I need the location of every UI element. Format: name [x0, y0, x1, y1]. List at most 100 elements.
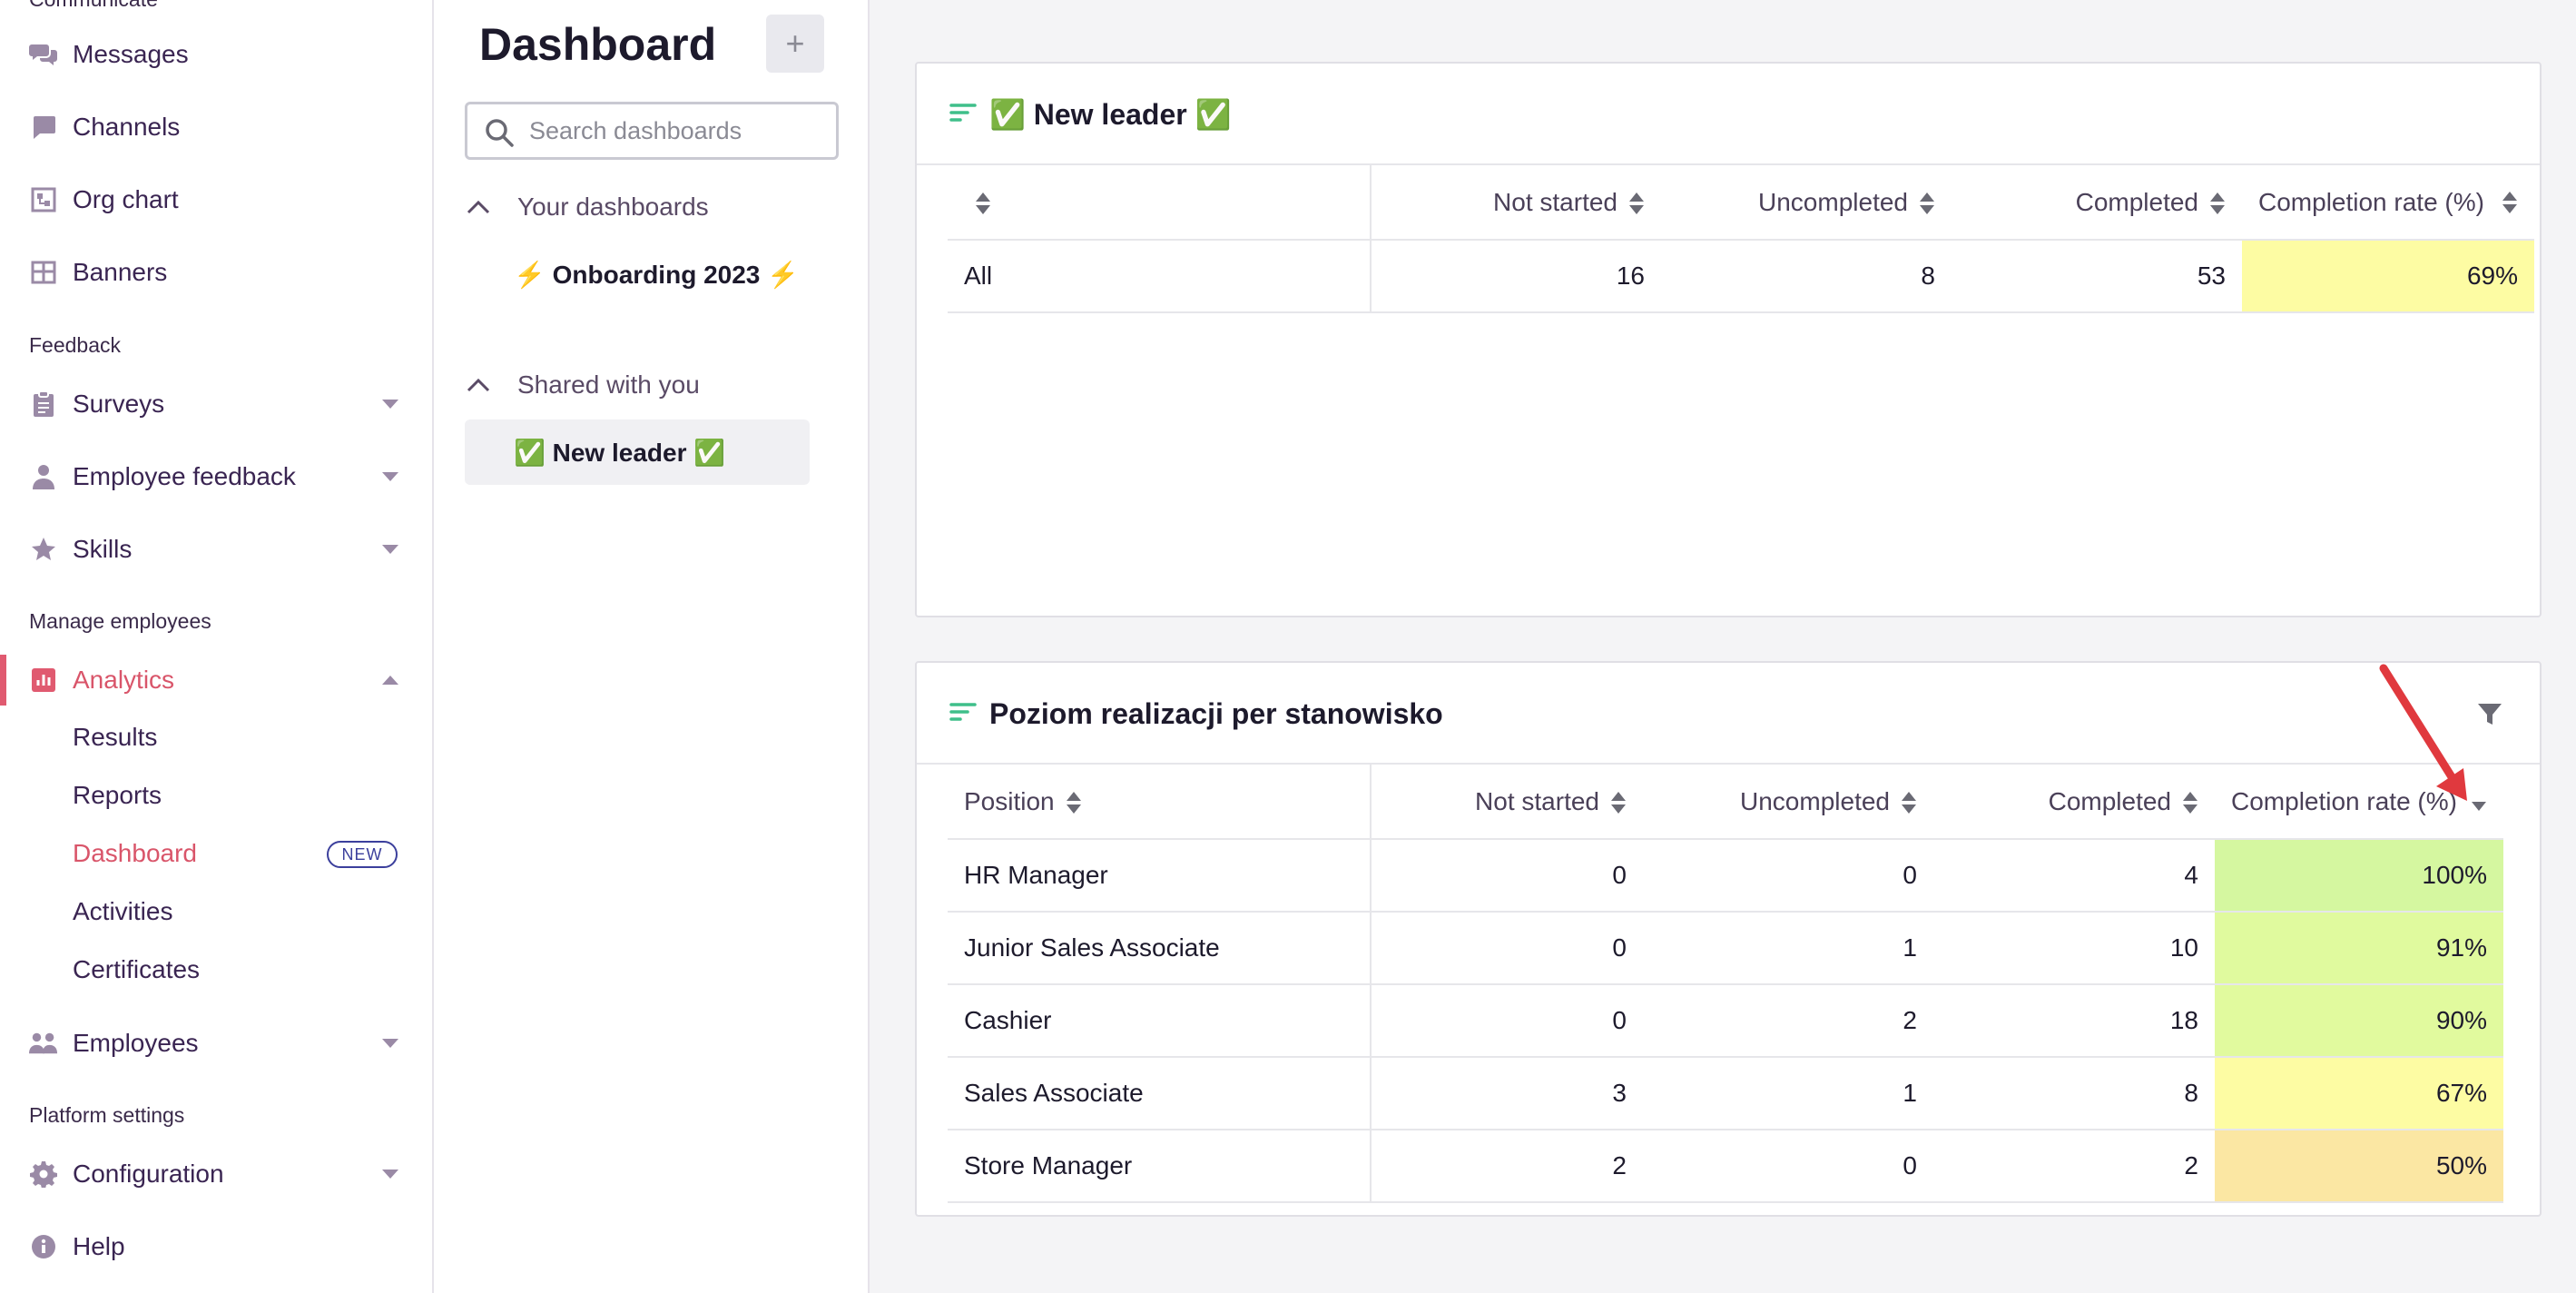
nav-item-help[interactable]: Help — [0, 1219, 432, 1274]
chevron-down-icon[interactable] — [379, 466, 401, 488]
chevron-down-icon[interactable] — [379, 1163, 401, 1185]
nav-item-messages[interactable]: Messages — [0, 27, 432, 82]
clipboard-icon — [29, 390, 58, 419]
nav-label: Employees — [73, 1029, 199, 1057]
sort-icon — [1611, 792, 1626, 814]
dashboard-item-new-leader[interactable]: ✅ New leader ✅ — [465, 419, 810, 485]
cell-completed: 53 — [1952, 240, 2242, 313]
cell-completed: 2 — [1933, 1130, 2215, 1203]
cell-position: Cashier — [948, 984, 1372, 1058]
table-row: Junior Sales Associate 0 1 10 91% — [948, 912, 2503, 985]
column-header-not-started[interactable]: Not started — [1371, 165, 1661, 241]
column-header-not-started[interactable]: Not started — [1371, 765, 1643, 840]
sub-item-reports[interactable]: Reports — [73, 781, 162, 810]
nav-item-banners[interactable]: Banners — [0, 245, 432, 300]
table-header-row: Not started Uncompleted Completed Comple… — [948, 165, 2534, 241]
data-table: Position Not started Uncompleted Complet… — [948, 765, 2503, 1203]
cell-position: Junior Sales Associate — [948, 912, 1372, 985]
cell-completion-rate: 100% — [2215, 839, 2503, 913]
column-header-uncompleted[interactable]: Uncompleted — [1643, 765, 1933, 840]
add-dashboard-button[interactable]: + — [766, 15, 824, 73]
nav-item-employee-feedback[interactable]: Employee feedback — [0, 449, 432, 504]
table-row: Store Manager 2 0 2 50% — [948, 1130, 2503, 1203]
cell-uncompleted: 0 — [1643, 1130, 1933, 1203]
table-header-row: Position Not started Uncompleted Complet… — [948, 765, 2503, 840]
sub-item-dashboard[interactable]: Dashboard — [73, 839, 197, 868]
column-header-completed[interactable]: Completed — [1952, 165, 2242, 241]
nav-label: Employee feedback — [73, 462, 296, 490]
sub-item-activities[interactable]: Activities — [73, 897, 172, 926]
cell-completion-rate: 67% — [2215, 1057, 2503, 1130]
filter-icon[interactable] — [2476, 701, 2503, 728]
chevron-down-icon[interactable] — [379, 538, 401, 560]
nav-label: Analytics — [73, 666, 175, 694]
sub-item-certificates[interactable]: Certificates — [73, 955, 200, 984]
analytics-chart-icon — [29, 666, 58, 695]
cell-uncompleted: 0 — [1643, 839, 1933, 913]
dashboard-item-onboarding[interactable]: ⚡ Onboarding 2023 ⚡ — [465, 242, 810, 307]
nav-item-employees[interactable]: Employees — [0, 1016, 432, 1071]
nav-label: Messages — [73, 40, 189, 68]
sort-icon — [1629, 192, 1644, 215]
cell-not-started: 3 — [1371, 1057, 1643, 1130]
cell-completion-rate: 69% — [2242, 240, 2534, 313]
column-header-uncompleted[interactable]: Uncompleted — [1661, 165, 1952, 241]
nav-item-channels[interactable]: Channels — [0, 100, 432, 154]
nav-item-analytics[interactable]: Analytics — [0, 653, 432, 707]
table-row: Cashier 0 2 18 90% — [948, 984, 2503, 1058]
section-platform-settings: Platform settings — [29, 1103, 185, 1127]
your-dashboards-toggle[interactable]: Your dashboards — [465, 189, 709, 225]
sort-icon — [2183, 792, 2197, 814]
cell-completed: 8 — [1933, 1057, 2215, 1130]
nav-label: Banners — [73, 258, 168, 286]
sort-icon — [2210, 192, 2225, 215]
cell-completed: 18 — [1933, 984, 2215, 1058]
cell-uncompleted: 2 — [1643, 984, 1933, 1058]
column-header-name[interactable] — [948, 165, 1372, 241]
cell-name: All — [948, 240, 1372, 313]
sort-lines-icon — [949, 703, 977, 721]
column-header-position[interactable]: Position — [948, 765, 1372, 840]
chevron-down-icon[interactable] — [379, 393, 401, 415]
sort-lines-icon — [949, 104, 977, 122]
cell-completed: 10 — [1933, 912, 2215, 985]
star-icon — [29, 535, 58, 564]
chevron-up-icon[interactable] — [379, 669, 401, 691]
table-row: All 16 8 53 69% — [948, 240, 2534, 313]
nav-label: Skills — [73, 535, 133, 563]
search-input[interactable] — [527, 112, 827, 150]
card-header: ✅ New leader ✅ — [917, 64, 2540, 165]
people-icon — [29, 1029, 58, 1058]
dashboards-panel: Dashboard + Your dashboards ⚡ Onboarding… — [434, 0, 870, 1293]
nav-item-configuration[interactable]: Configuration — [0, 1147, 432, 1201]
messages-icon — [29, 40, 58, 69]
sort-icon — [1920, 192, 1934, 215]
section-feedback: Feedback — [29, 333, 122, 357]
shared-with-you-toggle[interactable]: Shared with you — [465, 367, 700, 403]
sort-icon — [1902, 792, 1916, 814]
org-chart-icon — [29, 185, 58, 214]
shared-with-you-label: Shared with you — [517, 370, 700, 399]
nav-label: Configuration — [73, 1160, 224, 1188]
nav-item-org-chart[interactable]: Org chart — [0, 173, 432, 227]
sub-item-results[interactable]: Results — [73, 723, 157, 752]
column-header-completed[interactable]: Completed — [1933, 765, 2215, 840]
chevron-up-icon — [465, 193, 492, 221]
chevron-down-icon[interactable] — [379, 1032, 401, 1054]
chevron-up-icon — [465, 371, 492, 399]
widget-card-new-leader: ✅ New leader ✅ Not started Uncompleted C… — [915, 62, 2542, 617]
your-dashboards-label: Your dashboards — [517, 192, 709, 221]
nav-item-surveys[interactable]: Surveys — [0, 377, 432, 431]
column-header-completion-rate[interactable]: Completion rate (%) — [2242, 165, 2534, 241]
cell-completed: 4 — [1933, 839, 2215, 913]
cell-completion-rate: 90% — [2215, 984, 2503, 1058]
nav-label: Surveys — [73, 390, 165, 418]
cell-not-started: 0 — [1371, 912, 1643, 985]
card-header: Poziom realizacji per stanowisko — [917, 663, 2540, 765]
nav-item-skills[interactable]: Skills — [0, 522, 432, 577]
cell-uncompleted: 1 — [1643, 1057, 1933, 1130]
widget-card-position-completion: Poziom realizacji per stanowisko Positio… — [915, 661, 2542, 1217]
cell-completion-rate: 91% — [2215, 912, 2503, 985]
nav-label: Channels — [73, 113, 181, 141]
cell-position: Sales Associate — [948, 1057, 1372, 1130]
